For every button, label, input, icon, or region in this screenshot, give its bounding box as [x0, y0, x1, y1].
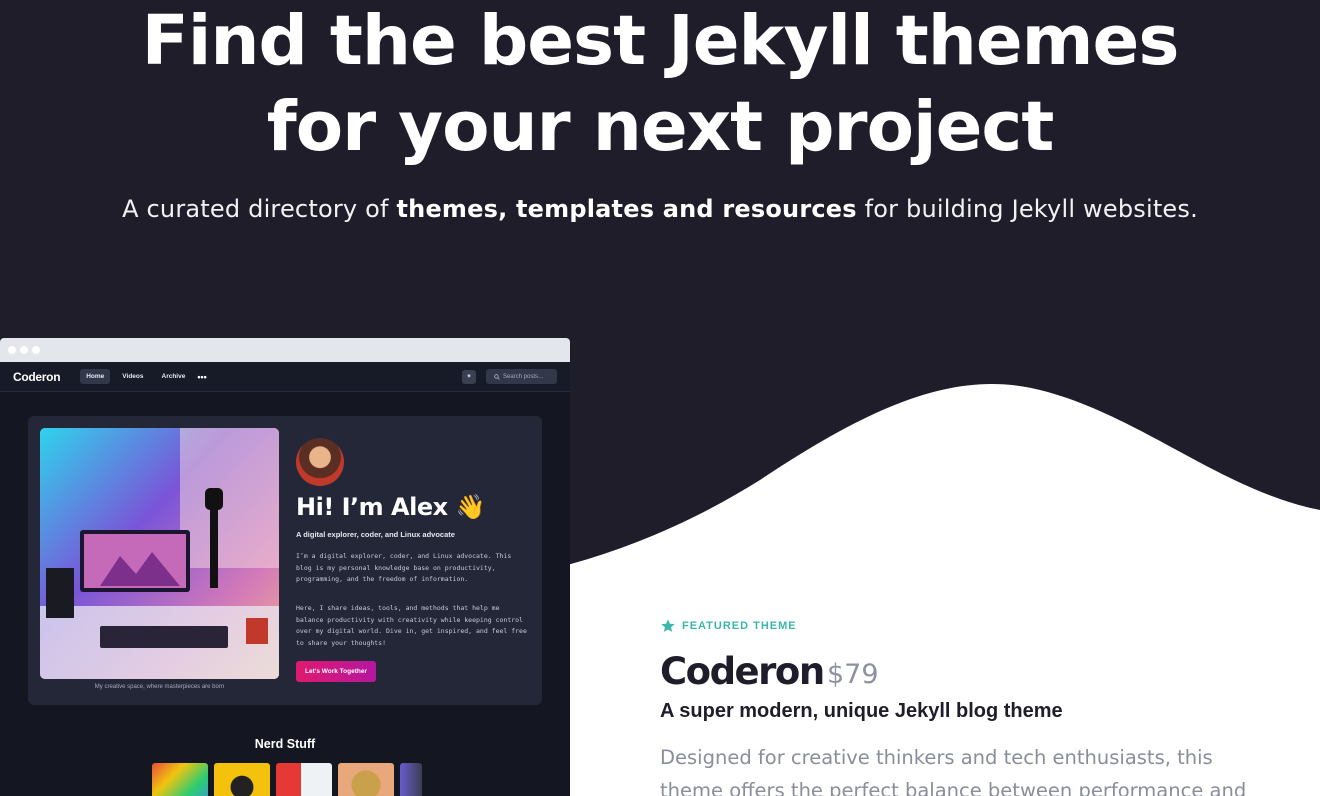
featured-label: FEATURED THEME: [660, 618, 797, 634]
featured-label-text: FEATURED THEME: [682, 620, 797, 632]
preview-thumbnails: [152, 763, 422, 796]
thumbnail-image: [214, 763, 270, 796]
search-placeholder: Search posts...: [503, 373, 544, 380]
subtitle-text-end: for building Jekyll websites.: [856, 195, 1198, 223]
subtitle-emphasis: themes, templates and resources: [396, 195, 857, 223]
preview-search: Search posts...: [486, 369, 557, 384]
preview-nav-archive: Archive: [161, 373, 186, 380]
featured-theme-price: $79: [827, 659, 879, 690]
subtitle-text: A curated directory of: [122, 195, 397, 223]
window-dot-icon: [32, 346, 40, 354]
preview-nav-videos: Videos: [122, 373, 144, 380]
desk-setup-photo: [40, 428, 279, 679]
featured-theme-name[interactable]: Coderon: [660, 650, 825, 693]
preview-tagline: A digital explorer, coder, and Linux adv…: [296, 530, 455, 539]
sun-icon: ✷: [462, 369, 476, 384]
preview-nav-home: Home: [80, 369, 111, 384]
hero-title-line2: for your next project: [266, 87, 1055, 167]
thumbnail-image: [152, 763, 208, 796]
star-icon: [661, 619, 675, 632]
hero-title: Find the best Jekyll themes for your nex…: [0, 0, 1320, 170]
preview-logo: Coderon: [13, 369, 61, 384]
thumbnail-image: [400, 763, 422, 796]
featured-theme-description: Designed for creative thinkers and tech …: [660, 746, 1247, 796]
window-dot-icon: [8, 346, 16, 354]
preview-bio-paragraph-2: Here, I share ideas, tools, and methods …: [296, 604, 527, 647]
preview-greeting: Hi! I’m Alex 👋: [296, 493, 485, 521]
preview-navbar: Coderon Home Videos Archive ••• ✷ Search…: [0, 362, 570, 392]
thumbnail-image: [276, 763, 332, 796]
hero-title-line1: Find the best Jekyll themes: [141, 1, 1180, 81]
search-icon: [494, 373, 500, 380]
preview-hero-card: My creative space, where masterpieces ar…: [28, 416, 542, 705]
preview-cta-button: Let’s Work Together: [296, 661, 376, 682]
browser-chrome: [0, 338, 570, 362]
preview-section-title: Nerd Stuff: [254, 737, 316, 751]
preview-bio-paragraph-1: I’m a digital explorer, coder, and Linux…: [296, 552, 512, 583]
theme-preview-mockup[interactable]: Coderon Home Videos Archive ••• ✷ Search…: [0, 338, 570, 796]
window-dot-icon: [20, 346, 28, 354]
thumbnail-image: [338, 763, 394, 796]
featured-theme-tagline: A super modern, unique Jekyll blog theme: [660, 700, 1063, 722]
hero-section: Find the best Jekyll themes for your nex…: [0, 0, 1320, 223]
avatar: [296, 438, 344, 486]
photo-caption: My creative space, where masterpieces ar…: [94, 684, 225, 690]
hero-subtitle: A curated directory of themes, templates…: [0, 195, 1320, 223]
more-icon: •••: [197, 371, 207, 382]
